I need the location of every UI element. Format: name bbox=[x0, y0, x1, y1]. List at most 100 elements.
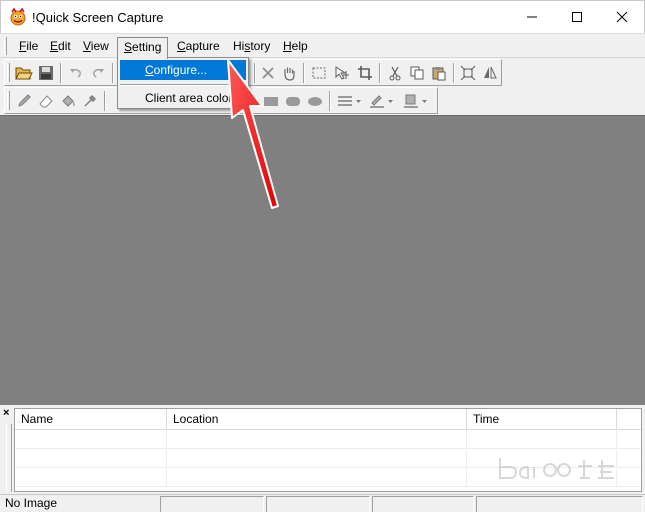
list-row[interactable] bbox=[15, 431, 641, 449]
column-time[interactable]: Time bbox=[467, 409, 617, 430]
toolbar-separator bbox=[379, 63, 381, 83]
menu-file-label: ile bbox=[26, 39, 39, 53]
menu-help[interactable]: Help bbox=[281, 38, 310, 56]
menu-history-label: tory bbox=[250, 39, 271, 53]
flip-button[interactable] bbox=[480, 63, 500, 83]
resize-icon bbox=[460, 65, 476, 81]
delete-button[interactable] bbox=[258, 63, 278, 83]
menu-view-mnemonic: V bbox=[83, 39, 91, 53]
pencil-icon bbox=[18, 94, 31, 107]
list-header: Name Location Time bbox=[15, 409, 641, 430]
rectangle-button[interactable] bbox=[261, 91, 281, 111]
menu-file[interactable]: File bbox=[17, 38, 40, 56]
menu-edit-label: dit bbox=[58, 39, 71, 53]
menu-item-client-area-color[interactable]: Client area color... bbox=[120, 88, 246, 108]
menu-view-label: iew bbox=[90, 39, 109, 53]
toolbar-separator bbox=[60, 63, 62, 83]
undo-icon bbox=[70, 69, 81, 78]
fill-color-button[interactable] bbox=[402, 91, 430, 111]
ellipse-button[interactable] bbox=[305, 91, 325, 111]
menu-help-label: elp bbox=[291, 39, 308, 53]
crop-icon bbox=[358, 66, 372, 80]
delete-icon bbox=[262, 67, 274, 79]
redo-button[interactable] bbox=[88, 63, 108, 83]
toolbar-grip[interactable] bbox=[7, 91, 10, 110]
menubar-grip[interactable] bbox=[4, 37, 7, 55]
menu-history[interactable]: History bbox=[231, 38, 272, 56]
redo-icon bbox=[93, 69, 104, 78]
column-extra[interactable] bbox=[617, 409, 641, 430]
watermark-logo bbox=[499, 458, 614, 480]
status-pane bbox=[372, 496, 474, 512]
select-rect-button[interactable] bbox=[309, 63, 329, 83]
toolbar-separator bbox=[453, 63, 455, 83]
status-pane bbox=[266, 496, 370, 512]
rounded-rect-button[interactable] bbox=[283, 91, 303, 111]
menu-setting[interactable]: Setting bbox=[117, 37, 169, 59]
eraser-button[interactable] bbox=[36, 91, 56, 111]
status-pane bbox=[476, 496, 643, 512]
panel-close-icon[interactable]: × bbox=[3, 408, 9, 419]
toolbar-grip[interactable] bbox=[7, 63, 10, 82]
eraser-icon bbox=[39, 95, 53, 108]
line-color-button[interactable] bbox=[368, 91, 396, 111]
fill-color-icon bbox=[404, 94, 427, 108]
cut-button[interactable] bbox=[385, 63, 405, 83]
rectangle-fill-icon bbox=[264, 97, 278, 106]
line-width-button[interactable] bbox=[336, 91, 364, 111]
copy-icon bbox=[410, 66, 424, 80]
undo-button[interactable] bbox=[66, 63, 86, 83]
eyedropper-icon bbox=[84, 95, 96, 107]
minimize-icon bbox=[527, 16, 537, 18]
close-icon bbox=[616, 11, 628, 23]
column-location[interactable]: Location bbox=[167, 409, 467, 430]
minimize-button[interactable] bbox=[509, 1, 555, 33]
select-rect-icon bbox=[312, 67, 326, 79]
image-workspace[interactable] bbox=[0, 115, 645, 405]
line-color-icon bbox=[370, 95, 393, 108]
flip-icon bbox=[484, 66, 497, 79]
maximize-icon bbox=[572, 12, 582, 22]
list-cell bbox=[167, 431, 467, 449]
open-folder-icon bbox=[15, 67, 33, 80]
hand-tool-button[interactable] bbox=[279, 63, 299, 83]
move-button[interactable] bbox=[332, 63, 352, 83]
crop-button[interactable] bbox=[355, 63, 375, 83]
column-name[interactable]: Name bbox=[15, 409, 167, 430]
menu-capture[interactable]: Capture bbox=[175, 38, 222, 56]
list-cell bbox=[15, 450, 167, 468]
menu-view[interactable]: View bbox=[81, 38, 111, 56]
paste-button[interactable] bbox=[429, 63, 449, 83]
menu-edit[interactable]: Edit bbox=[48, 38, 73, 56]
save-button[interactable] bbox=[36, 63, 56, 83]
title-bar: !Quick Screen Capture bbox=[0, 0, 645, 33]
configure-mnemonic: C bbox=[145, 63, 154, 77]
maximize-button[interactable] bbox=[554, 1, 600, 33]
hand-icon bbox=[284, 67, 295, 81]
menu-item-configure[interactable]: Configure... bbox=[120, 60, 246, 80]
list-cell bbox=[167, 450, 467, 468]
eyedropper-button[interactable] bbox=[80, 91, 100, 111]
menu-help-mnemonic: H bbox=[283, 39, 292, 53]
menu-separator bbox=[120, 84, 246, 86]
toolbar-separator bbox=[329, 91, 331, 111]
fill-bucket-icon bbox=[62, 95, 75, 107]
resize-button[interactable] bbox=[458, 63, 478, 83]
panel-grip[interactable] bbox=[6, 424, 12, 492]
pencil-button[interactable] bbox=[14, 91, 34, 111]
status-bar: No Image bbox=[0, 494, 645, 512]
main-toolbar bbox=[4, 59, 502, 86]
close-button[interactable] bbox=[599, 1, 645, 33]
toolbar-separator bbox=[254, 63, 256, 83]
menu-setting-label: etting bbox=[132, 40, 162, 54]
toolbar-separator bbox=[303, 63, 305, 83]
fill-bucket-button[interactable] bbox=[58, 91, 78, 111]
list-cell bbox=[15, 469, 167, 487]
status-text: No Image bbox=[5, 496, 58, 510]
setting-dropdown-menu: Configure... Client area color... bbox=[117, 57, 249, 109]
open-button[interactable] bbox=[14, 63, 34, 83]
window-title: !Quick Screen Capture bbox=[32, 10, 164, 25]
menu-history-pre: Hi bbox=[233, 39, 245, 53]
copy-button[interactable] bbox=[407, 63, 427, 83]
rounded-rect-icon bbox=[286, 97, 300, 106]
